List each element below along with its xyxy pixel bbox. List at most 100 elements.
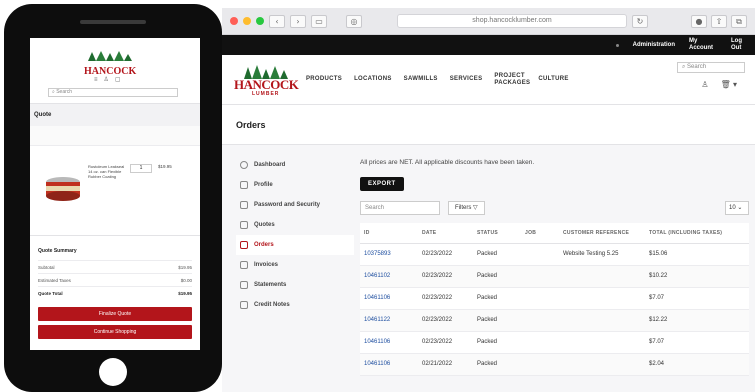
sidebar-item-quotes[interactable]: Quotes	[236, 215, 354, 235]
header-search-input[interactable]: ⌕ Search	[677, 62, 745, 73]
order-customer-reference	[559, 309, 645, 332]
orders-search-input[interactable]: Search	[360, 201, 440, 215]
admin-link[interactable]: Administration	[633, 42, 675, 48]
sidebar-item-label: Profile	[254, 182, 273, 188]
quote-icon	[240, 221, 248, 229]
table-row[interactable]: 10375893 02/23/2022 Packed Website Testi…	[360, 243, 749, 266]
tabs-icon[interactable]: ⧉	[731, 14, 747, 28]
col-id[interactable]: ID	[360, 223, 418, 244]
table-row[interactable]: 10461106 02/23/2022 Packed $7.07	[360, 331, 749, 354]
table-row[interactable]: 10461102 02/23/2022 Packed $10.22	[360, 265, 749, 288]
mobile-logo[interactable]: HANCOCK	[84, 48, 136, 77]
sidebar-item-profile[interactable]: Profile	[236, 175, 354, 195]
zoom-window-dot[interactable]	[256, 17, 264, 25]
sidebar-item-password[interactable]: Password and Security	[236, 195, 354, 215]
product-can-image[interactable]	[44, 176, 82, 202]
cart-icon[interactable]: 🗑︎ ▾	[721, 80, 737, 89]
logout-link[interactable]: Log Out	[731, 38, 747, 52]
finalize-quote-button[interactable]: Finalize Quote	[38, 307, 192, 321]
order-id[interactable]: 10375893	[360, 243, 418, 266]
summary-value: $19.95	[178, 290, 192, 296]
mobile-section-title: Quote	[30, 104, 200, 126]
hancock-logo[interactable]: HANCOCK LUMBER	[234, 61, 299, 99]
forward-icon[interactable]: ›	[290, 14, 306, 28]
sidebar-item-credit-notes[interactable]: Credit Notes	[236, 295, 354, 315]
mobile-quantity-field[interactable]: 1	[130, 164, 152, 173]
my-account-link[interactable]: My Account	[689, 38, 717, 52]
order-total: $7.07	[645, 287, 749, 310]
shield-icon[interactable]: ◎	[346, 14, 362, 28]
site-header: HANCOCK LUMBER PRODUCTS LOCATIONS SAWMIL…	[222, 55, 755, 105]
order-job	[521, 331, 559, 354]
order-job	[521, 353, 559, 376]
col-status[interactable]: STATUS	[473, 223, 521, 244]
nav-project-packages[interactable]: PROJECT PACKAGES	[494, 73, 530, 87]
order-status: Packed	[473, 243, 521, 266]
order-date: 02/23/2022	[418, 287, 473, 310]
sidebar-toggle-icon[interactable]: ▭	[311, 14, 327, 28]
address-bar[interactable]: shop.hancocklumber.com	[397, 14, 627, 28]
sidebar-item-label: Statements	[254, 282, 287, 288]
order-status: Packed	[473, 353, 521, 376]
order-job	[521, 309, 559, 332]
col-total[interactable]: TOTAL (INCLUDING TAXES)	[645, 223, 749, 244]
table-row[interactable]: 10461106 02/21/2022 Packed $2.04	[360, 353, 749, 376]
user-icon[interactable]: ♙	[701, 80, 708, 89]
order-date: 02/23/2022	[418, 265, 473, 288]
desktop-browser-window: ‹ › ▭ ◎ shop.hancocklumber.com ↻ ● ⇧ ⧉ A…	[222, 8, 755, 392]
sidebar-item-invoices[interactable]: Invoices	[236, 255, 354, 275]
close-window-dot[interactable]	[230, 17, 238, 25]
minimize-window-dot[interactable]	[243, 17, 251, 25]
summary-value: $19.95	[178, 264, 192, 270]
order-customer-reference	[559, 331, 645, 354]
order-date: 02/21/2022	[418, 353, 473, 376]
order-id[interactable]: 10461106	[360, 353, 418, 376]
col-date[interactable]: DATE	[418, 223, 473, 244]
order-total: $7.07	[645, 331, 749, 354]
user-icon[interactable]: ♙	[104, 77, 115, 83]
order-customer-reference	[559, 265, 645, 288]
orders-table: ID DATE STATUS JOB CUSTOMER REFERENCE TO…	[360, 223, 749, 376]
order-total: $10.22	[645, 265, 749, 288]
extension-icon[interactable]: ●	[691, 14, 707, 28]
summary-label: Estimated Taxes	[38, 277, 71, 283]
share-icon[interactable]: ⇧	[711, 14, 727, 28]
nav-locations[interactable]: LOCATIONS	[354, 76, 392, 83]
sidebar-item-dashboard[interactable]: Dashboard	[236, 155, 354, 175]
continue-shopping-button[interactable]: Continue Shopping	[38, 325, 192, 339]
summary-label: Quote Total	[38, 290, 63, 296]
cart-icon[interactable]: ▢	[115, 77, 127, 83]
order-customer-reference	[559, 353, 645, 376]
per-page-select[interactable]: 10 ⌄	[725, 201, 749, 215]
back-icon[interactable]: ‹	[269, 14, 285, 28]
export-button[interactable]: EXPORT	[360, 177, 404, 191]
order-customer-reference: Website Testing 5.25	[559, 243, 645, 266]
nav-sawmills[interactable]: SAWMILLS	[404, 76, 438, 83]
main-nav: PRODUCTS LOCATIONS SAWMILLS SERVICES PRO…	[306, 73, 569, 87]
order-job	[521, 287, 559, 310]
menu-icon[interactable]: ≡	[94, 77, 104, 83]
table-row[interactable]: 10461106 02/23/2022 Packed $7.07	[360, 287, 749, 310]
invoice-icon	[240, 261, 248, 269]
filters-button[interactable]: Filters ▽	[448, 201, 485, 215]
mobile-cart-item: Rustoleum Leakseal 14 oz. can Flexible R…	[30, 146, 200, 236]
mobile-search-input[interactable]: ⌕ Search	[48, 88, 178, 97]
profile-icon	[240, 181, 248, 189]
col-job[interactable]: JOB	[521, 223, 559, 244]
order-id[interactable]: 10461106	[360, 287, 418, 310]
reload-icon[interactable]: ↻	[632, 14, 648, 28]
nav-culture[interactable]: CULTURE	[538, 76, 568, 83]
sidebar-item-orders[interactable]: Orders	[236, 235, 354, 255]
col-customer-reference[interactable]: CUSTOMER REFERENCE	[559, 223, 645, 244]
table-row[interactable]: 10461122 02/23/2022 Packed $12.22	[360, 309, 749, 332]
nav-services[interactable]: SERVICES	[450, 76, 483, 83]
nav-products[interactable]: PRODUCTS	[306, 76, 342, 83]
page-title: Orders	[236, 119, 266, 130]
order-id[interactable]: 10461102	[360, 265, 418, 288]
order-job	[521, 243, 559, 266]
mobile-item-description[interactable]: Rustoleum Leakseal 14 oz. can Flexible R…	[88, 164, 128, 179]
order-id[interactable]: 10461122	[360, 309, 418, 332]
sidebar-item-statements[interactable]: Statements	[236, 275, 354, 295]
order-id[interactable]: 10461106	[360, 331, 418, 354]
order-date: 02/23/2022	[418, 309, 473, 332]
